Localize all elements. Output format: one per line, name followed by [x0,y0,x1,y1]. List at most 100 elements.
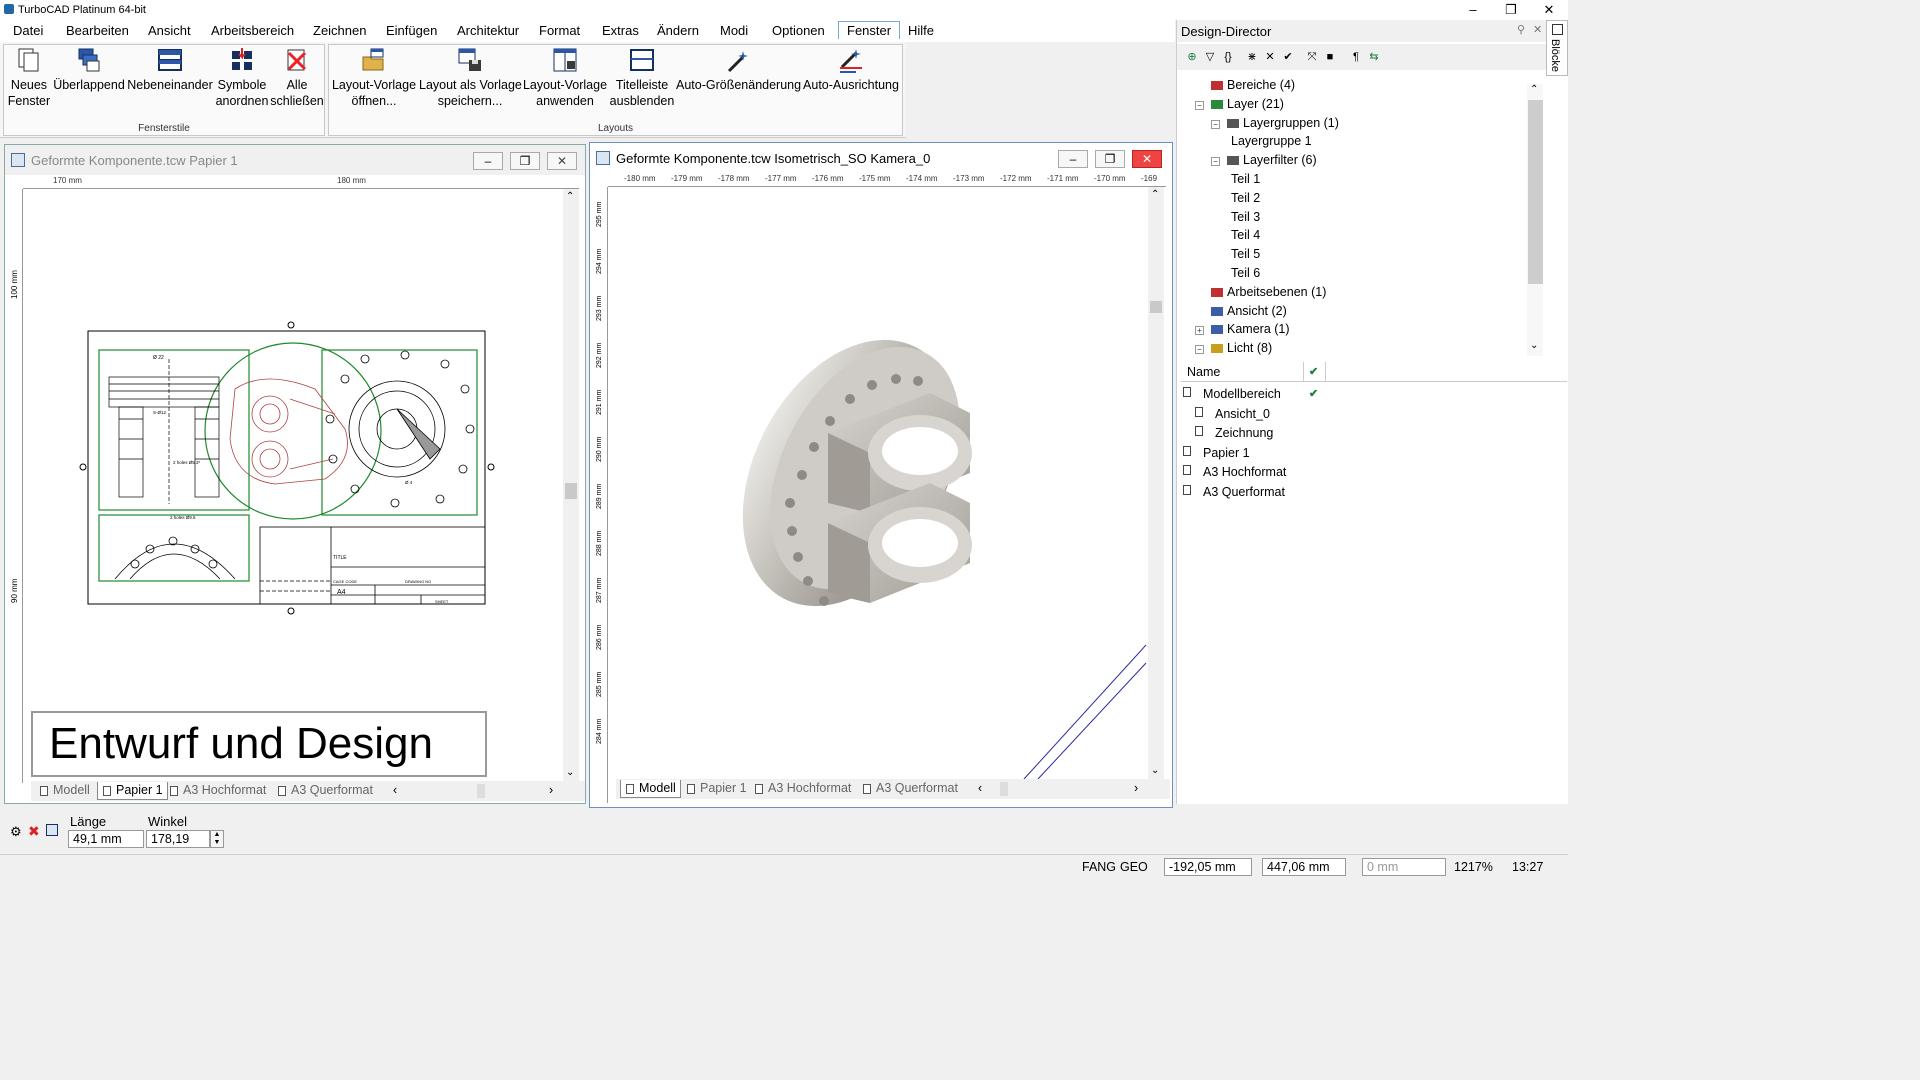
tree-item[interactable]: Teil 2 [1231,191,1260,205]
layout-list-row[interactable]: A3 Querformat [1181,482,1567,502]
cancel-icon[interactable]: ✖ [28,823,40,840]
angle-field[interactable]: 178,19 [146,830,210,848]
auto-resize-button[interactable]: Auto-Größenänderung [676,47,801,93]
save-layout-template-button[interactable]: Layout als Vorlage speichern... [419,47,522,109]
tree-item[interactable]: Ansicht (2) [1211,304,1287,318]
tree-scrollbar[interactable]: ⌃ ⌄ [1527,84,1543,356]
tree-item[interactable]: Teil 3 [1231,210,1260,224]
tree-item[interactable]: Kamera (1) [1211,322,1290,336]
layout-list-row[interactable]: Zeichnung [1181,423,1567,443]
tree-item[interactable]: Teil 1 [1231,172,1260,186]
menu-datei[interactable]: Datei [13,23,43,38]
menu-bearbeiten[interactable]: Bearbeiten [66,23,129,38]
group-icon[interactable]: {} [1221,50,1235,64]
close-button[interactable]: ✕ [1534,1,1564,19]
visible-check[interactable]: ✔ [1309,387,1318,400]
filter-icon[interactable]: ▽ [1203,50,1217,64]
z-coordinate-field[interactable]: 0 mm [1362,858,1446,876]
snap-status[interactable]: FANG [1082,860,1116,874]
menu-zeichnen[interactable]: Zeichnen [313,23,366,38]
menu-ansicht[interactable]: Ansicht [148,23,191,38]
tab-scroll-left-icon[interactable]: ‹ [978,781,982,795]
tab-modell[interactable]: Modell [35,782,94,800]
layout-list-row[interactable]: Modellbereich ✔ [1181,384,1567,404]
move-icon[interactable]: ⤧ [1305,50,1319,64]
column-visible[interactable]: ✔ [1309,365,1318,378]
blocks-side-tab[interactable]: Blöcke [1546,20,1568,76]
horizontal-scroll-thumb[interactable] [477,784,485,798]
tree-item[interactable]: Teil 5 [1231,247,1260,261]
tree-item[interactable]: Layergruppe 1 [1231,134,1312,148]
menu-einfuegen[interactable]: Einfügen [386,23,437,38]
menu-format[interactable]: Format [539,23,580,38]
tree-item[interactable]: Layer (21) [1211,97,1284,111]
doc-minimize-button[interactable]: – [473,152,503,170]
tab-a3-hochformat[interactable]: A3 Hochformat [750,780,855,798]
doc-close-button[interactable]: ✕ [547,152,577,170]
new-window-button[interactable]: Neues Fenster [6,47,52,109]
horizontal-scroll-thumb[interactable] [1000,782,1008,796]
scroll-down-icon[interactable]: ⌄ [566,767,574,778]
tree-expander-icon[interactable]: − [1195,345,1204,355]
tab-scroll-right-icon[interactable]: › [549,783,553,797]
open-layout-template-button[interactable]: Layout-Vorlage öffnen... [331,47,417,109]
panel-close-icon[interactable]: ✕ [1533,23,1542,36]
tab-a3-querformat[interactable]: A3 Querformat [858,780,962,798]
paper-drawing[interactable]: TITLE CAGE CODE DRAWING NO A4 SHEET Ø 22… [75,319,495,619]
tool-settings-icon[interactable]: ⚙ [10,824,22,840]
menu-optionen[interactable]: Optionen [772,23,825,38]
auto-align-button[interactable]: Auto-Ausrichtung [801,47,901,93]
tab-a3-hochformat[interactable]: A3 Hochformat [165,782,270,800]
geo-status[interactable]: GEO [1120,860,1148,874]
doc-maximize-button[interactable]: ❐ [1095,150,1125,168]
select-items-icon[interactable]: ⋇ [1245,50,1259,64]
length-field[interactable]: 49,1 mm [68,830,144,848]
menu-hilfe[interactable]: Hilfe [908,23,934,38]
tab-papier-1[interactable]: Papier 1 [682,780,751,798]
apply-layout-template-button[interactable]: Layout-Vorlage anwenden [522,47,608,109]
menu-arbeitsbereich[interactable]: Arbeitsbereich [211,23,294,38]
menu-extras[interactable]: Extras [602,23,639,38]
tree-item[interactable]: Arbeitsebenen (1) [1211,285,1326,299]
tile-button[interactable]: Nebeneinander [127,47,213,93]
tab-scroll-right-icon[interactable]: › [1134,781,1138,795]
refresh-icon[interactable]: ⇆ [1367,50,1381,64]
x-coordinate-field[interactable]: -192,05 mm [1164,858,1252,876]
tree-expander-icon[interactable]: − [1211,119,1220,129]
menu-architektur[interactable]: Architektur [457,23,519,38]
scroll-thumb[interactable] [565,483,577,499]
menu-fenster[interactable]: Fenster [838,21,901,39]
add-item-icon[interactable]: ⊕ [1185,50,1199,64]
tab-a3-querformat[interactable]: A3 Querformat [273,782,377,800]
layout-list-row[interactable]: Ansicht_0 [1181,404,1567,424]
angle-stepper[interactable]: ▲ ▼ [210,830,224,848]
delete-icon[interactable]: ✕ [1263,50,1277,64]
tab-papier-1[interactable]: Papier 1 [97,782,168,800]
confirm-icon[interactable]: ✔ [1281,50,1295,64]
tree-item[interactable]: Layerfilter (6) [1227,153,1317,167]
menu-modi[interactable]: Modi [720,23,748,38]
3d-model-view[interactable] [740,323,1030,633]
close-all-button[interactable]: Alle schließen [270,47,324,109]
properties-icon[interactable]: ¶ [1349,50,1363,64]
scroll-thumb[interactable] [1528,100,1543,284]
scroll-down-icon[interactable]: ⌄ [1530,340,1538,351]
scroll-thumb[interactable] [1150,301,1162,313]
vertical-scrollbar[interactable]: ⌃ ⌄ [1148,187,1164,781]
scroll-up-icon[interactable]: ⌃ [566,191,574,202]
layout-list-row[interactable]: Papier 1 [1181,443,1567,463]
tab-scroll-left-icon[interactable]: ‹ [393,783,397,797]
tree-expander-icon[interactable]: − [1211,157,1220,167]
tree-expander-icon[interactable]: − [1195,100,1204,110]
y-coordinate-field[interactable]: 447,06 mm [1262,858,1346,876]
table-icon[interactable] [46,824,58,836]
scroll-down-icon[interactable]: ⌄ [1151,765,1159,776]
doc-maximize-button[interactable]: ❐ [510,152,540,170]
maximize-button[interactable]: ❐ [1496,1,1526,19]
layout-list-row[interactable]: A3 Hochformat [1181,462,1567,482]
menu-aendern[interactable]: Ändern [657,23,699,38]
lock-icon[interactable]: ■ [1323,50,1337,64]
tree-item[interactable]: Bereiche (4) [1211,78,1295,92]
tree-item[interactable]: Teil 4 [1231,228,1260,242]
tree-expander-icon[interactable]: + [1195,326,1204,336]
